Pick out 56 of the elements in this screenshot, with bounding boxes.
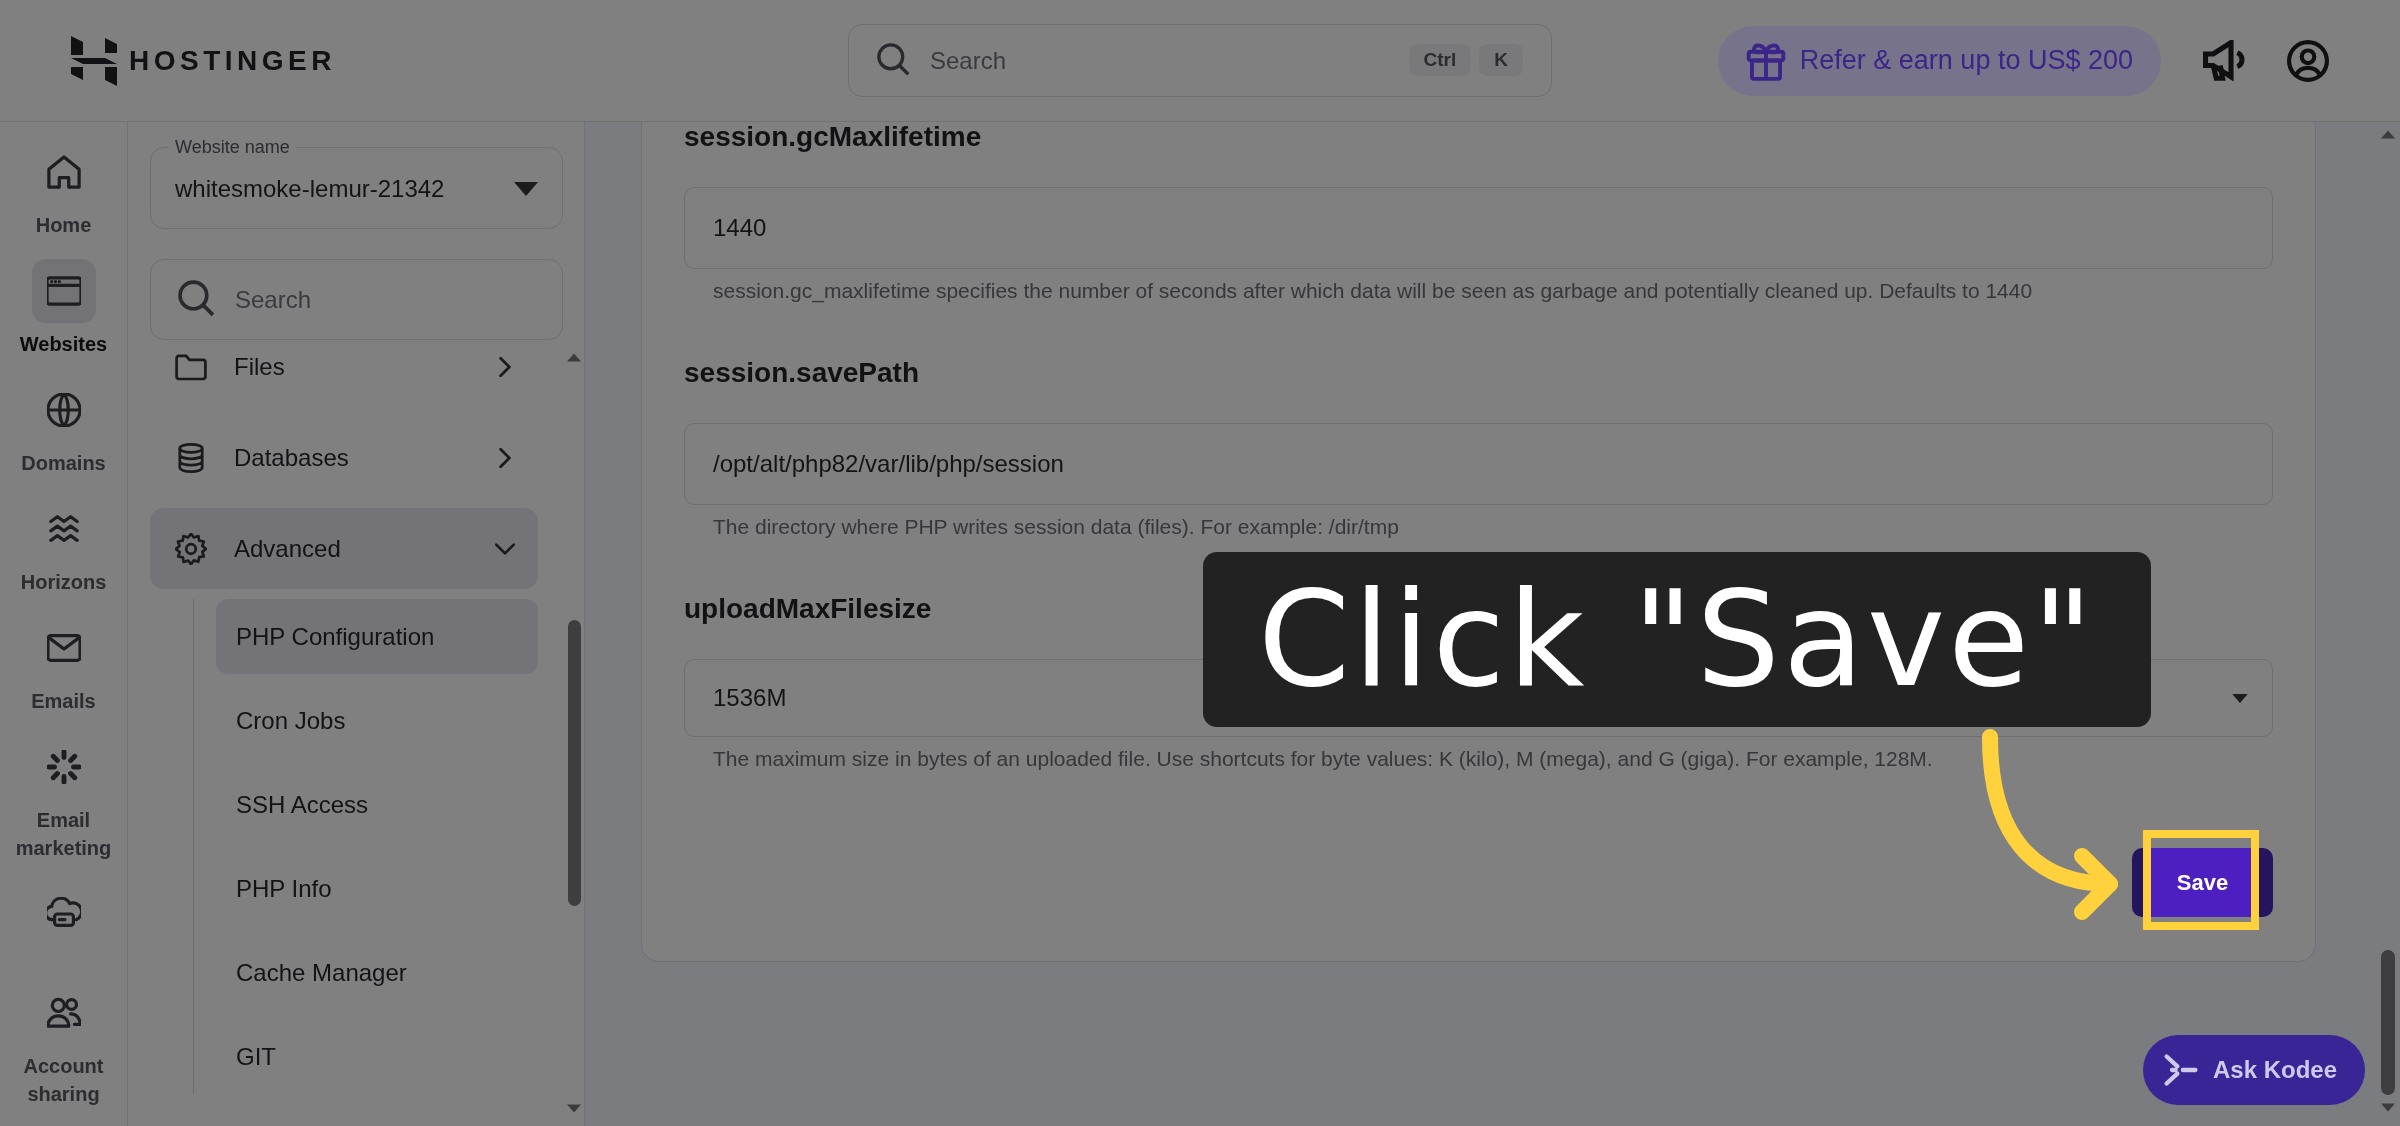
menu-item[interactable]: Advanced	[150, 508, 538, 589]
globe-icon	[46, 393, 81, 427]
submenu-item[interactable]: PHP Info	[216, 851, 538, 926]
tutorial-callout: Click "Save"	[1203, 552, 2151, 727]
browser-window-icon	[46, 274, 81, 308]
scroll-up-arrow-icon[interactable]	[567, 353, 581, 362]
field-label: Website name	[174, 136, 291, 158]
scroll-down-arrow-icon[interactable]	[2381, 1103, 2395, 1112]
ask-kodee-button[interactable]: Ask Kodee	[2142, 1035, 2365, 1105]
setting-title: uploadMaxFilesize	[684, 594, 933, 624]
megaphone-icon[interactable]	[2203, 39, 2245, 82]
search-icon	[178, 280, 216, 318]
caret-icon	[514, 182, 538, 196]
scroll-down-arrow-icon[interactable]	[567, 1104, 581, 1113]
menu-item[interactable]: Databases	[150, 417, 538, 498]
nav-item[interactable]: Horizons	[0, 497, 127, 616]
logo-icon	[71, 35, 117, 86]
refer-button[interactable]: Refer & earn up to US$ 200	[1717, 25, 2161, 96]
nav-item[interactable]: Domains	[0, 378, 127, 497]
scrollbar-thumb[interactable]	[567, 620, 581, 906]
people-icon	[46, 996, 81, 1030]
scroll-up-arrow-icon[interactable]	[2381, 130, 2395, 139]
help-text: The maximum size in bytes of an uploaded file. Use shortcuts for byte values: K (kilo), M (mega), and G (giga). For example, 128M.	[713, 747, 1933, 771]
scrollbar-thumb[interactable]	[2381, 950, 2395, 1095]
caret-icon	[2232, 693, 2248, 703]
submenu-item[interactable]: SSH Access	[216, 767, 538, 842]
submenu-item[interactable]: GIT	[216, 1019, 538, 1094]
help-text: session.gc_maxlifetime specifies the number of seconds after which data will be seen as garbage and potentially cleaned up. Defaults to 1440	[713, 279, 2033, 303]
user-circle-icon[interactable]	[2287, 39, 2329, 82]
shortcut-key: Ctrl	[1408, 44, 1472, 76]
chevron-icon	[499, 447, 511, 468]
submenu-item[interactable]: Cron Jobs	[216, 683, 538, 758]
help-text: The directory where PHP writes session data (files). For example: /dir/tmp	[713, 515, 1399, 539]
database-icon	[175, 441, 207, 474]
gear-icon	[175, 532, 207, 565]
nav-item[interactable]: Emails	[0, 616, 127, 735]
text-field[interactable]: 1440	[684, 187, 2273, 269]
menu-item[interactable]: Files	[150, 345, 538, 407]
setting-title: session.savePath	[684, 358, 921, 388]
submenu-item[interactable]: Cache Manager	[216, 935, 538, 1010]
menu-search-field[interactable]: Search	[150, 259, 563, 340]
envelope-icon	[46, 631, 81, 665]
chevron-icon	[499, 356, 511, 377]
brand-name: HOSTINGER	[129, 44, 336, 77]
nav-item[interactable]: Websites	[0, 259, 127, 378]
chevron-icon	[495, 542, 515, 555]
converging-lines-icon	[2162, 1052, 2199, 1088]
submenu-item[interactable]: PHP Configuration	[216, 599, 538, 674]
nav-item[interactable]: Home	[0, 140, 127, 259]
setting-title: session.gcMaxlifetime	[684, 122, 983, 152]
shortcut-key: K	[1479, 44, 1523, 76]
search-icon	[877, 43, 911, 77]
nav-item[interactable]: Email marketing	[0, 735, 127, 882]
home-icon	[46, 155, 81, 189]
text-field[interactable]: /opt/alt/php82/var/lib/php/session	[684, 423, 2273, 505]
nav-item[interactable]: Account sharing	[0, 981, 127, 1108]
